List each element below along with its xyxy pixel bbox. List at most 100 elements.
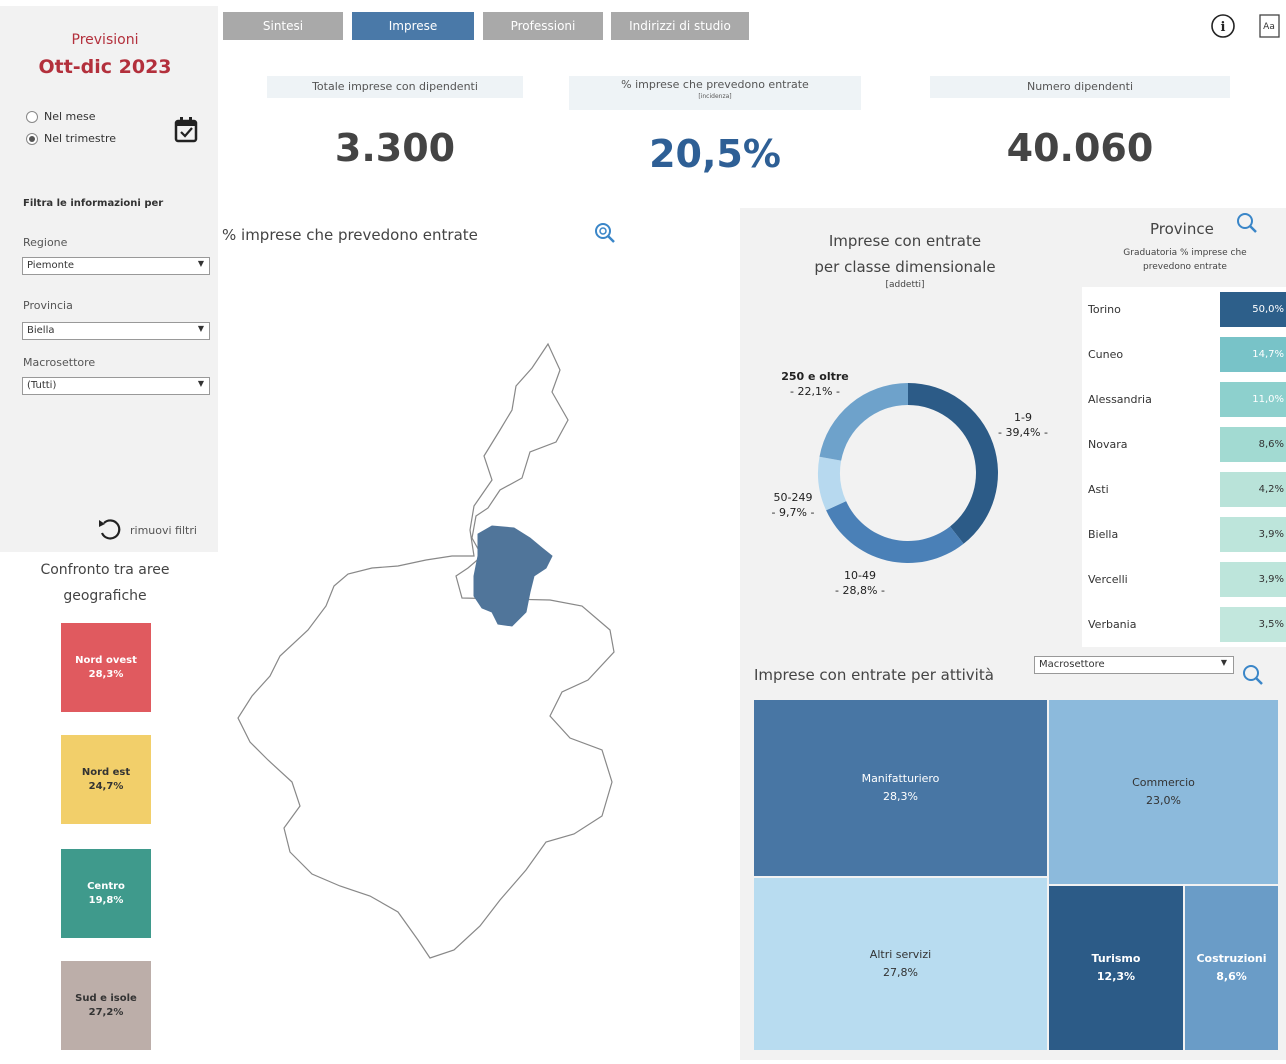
slice-name: 50-249 bbox=[773, 491, 813, 504]
confronto-title: Confronto tra aree geografiche bbox=[20, 557, 190, 609]
area-sud-isole[interactable]: Sud e isole 27,2% bbox=[61, 961, 151, 1050]
province-row-value[interactable]: 3,9% bbox=[1220, 562, 1286, 597]
text-size-icon[interactable]: Aa bbox=[1258, 14, 1282, 42]
donut-title: Imprese con entrate per classe dimension… bbox=[780, 228, 1030, 280]
tab-sintesi[interactable]: Sintesi bbox=[223, 12, 343, 40]
province-row-name[interactable]: Vercelli bbox=[1088, 573, 1128, 586]
area-value: 19,8% bbox=[88, 894, 124, 906]
piemonte-outline bbox=[237, 342, 615, 959]
donut-subtitle: [addetti] bbox=[885, 280, 925, 290]
radio-button[interactable] bbox=[26, 132, 38, 145]
area-name: Centro bbox=[87, 880, 125, 892]
tab-label: Sintesi bbox=[262, 19, 304, 33]
donut-title-line2: per classe dimensionale bbox=[814, 258, 996, 276]
chevron-down-icon: ▼ bbox=[197, 324, 204, 333]
provincia-select[interactable]: Biella ▼ bbox=[22, 322, 210, 340]
province-row-name[interactable]: Verbania bbox=[1088, 618, 1136, 631]
block-name: Manifatturiero bbox=[861, 772, 940, 785]
area-nord-ovest[interactable]: Nord ovest 28,3% bbox=[61, 623, 151, 712]
search-icon[interactable] bbox=[1242, 664, 1264, 690]
chevron-down-icon: ▼ bbox=[197, 259, 204, 268]
province-row-name[interactable]: Torino bbox=[1088, 303, 1121, 316]
province-row-value[interactable]: 50,0% bbox=[1220, 292, 1286, 327]
kpi-dipendenti-label: Numero dipendenti bbox=[930, 76, 1230, 98]
radio-label: Nel mese bbox=[44, 110, 96, 123]
province-row-value[interactable]: 11,0% bbox=[1220, 382, 1286, 417]
macrosettore-value: (Tutti) bbox=[27, 380, 57, 391]
regione-select[interactable]: Piemonte ▼ bbox=[22, 257, 210, 275]
macrosettore-label: Macrosettore bbox=[23, 356, 96, 369]
province-row-value[interactable]: 3,9% bbox=[1220, 517, 1286, 552]
block-value: 28,3% bbox=[883, 790, 918, 803]
slice-value: - 22,1% - bbox=[790, 385, 840, 398]
macrosettore-dropdown[interactable]: Macrosettore ▼ bbox=[1034, 656, 1234, 674]
map-title: % imprese che prevedono entrate bbox=[222, 226, 478, 244]
tab-label: Imprese bbox=[388, 19, 438, 33]
kpi-percent-value: 20,5% bbox=[649, 132, 781, 176]
regione-value: Piemonte bbox=[27, 260, 75, 271]
tab-imprese[interactable]: Imprese bbox=[352, 12, 474, 40]
treemap-manifatturiero[interactable]: Manifatturiero 28,3% bbox=[754, 700, 1047, 876]
block-name: Costruzioni bbox=[1196, 952, 1267, 965]
province-row-name[interactable]: Cuneo bbox=[1088, 348, 1123, 361]
province-row-value[interactable]: 3,5% bbox=[1220, 607, 1286, 642]
radio-nel-mese[interactable]: Nel mese bbox=[26, 110, 96, 123]
treemap-altri-servizi[interactable]: Altri servizi 27,8% bbox=[754, 878, 1047, 1050]
province-row-value[interactable]: 4,2% bbox=[1220, 472, 1286, 507]
province-row-value[interactable]: 14,7% bbox=[1220, 337, 1286, 372]
province-row-name[interactable]: Alessandria bbox=[1088, 393, 1152, 406]
regione-label: Regione bbox=[23, 236, 68, 249]
block-value: 8,6% bbox=[1216, 970, 1247, 983]
tab-professioni[interactable]: Professioni bbox=[483, 12, 603, 40]
info-icon[interactable]: i bbox=[1210, 12, 1236, 44]
area-value: 28,3% bbox=[88, 668, 124, 680]
radio-button[interactable] bbox=[26, 110, 38, 123]
donut-label-10-49: 10-49 - 28,8% - bbox=[828, 568, 892, 598]
piemonte-map bbox=[237, 342, 615, 959]
chevron-down-icon: ▼ bbox=[1220, 658, 1227, 667]
province-subtitle-line2: prevedono entrate bbox=[1143, 262, 1227, 272]
province-title: Province bbox=[1150, 220, 1214, 238]
province-subtitle: Graduatoria % imprese che prevedono entr… bbox=[1100, 246, 1270, 274]
reset-icon bbox=[96, 516, 124, 545]
kpi-totale-value: 3.300 bbox=[334, 126, 456, 170]
donut-label-250-oltre: 250 e oltre - 22,1% - bbox=[772, 369, 858, 399]
treemap-commercio[interactable]: Commercio 23,0% bbox=[1049, 700, 1278, 884]
provincia-value: Biella bbox=[27, 325, 55, 336]
calendar-check-icon[interactable] bbox=[174, 116, 200, 148]
confronto-title-line2: geografiche bbox=[63, 588, 147, 604]
kpi-dipendenti-value: 40.060 bbox=[1006, 126, 1154, 170]
macrosettore-select[interactable]: (Tutti) ▼ bbox=[22, 377, 210, 395]
area-name: Nord est bbox=[81, 766, 131, 778]
radio-label: Nel trimestre bbox=[44, 132, 117, 145]
donut-label-50-249: 50-249 - 9,7% - bbox=[762, 490, 824, 520]
area-centro[interactable]: Centro 19,8% bbox=[61, 849, 151, 938]
confronto-title-line1: Confronto tra aree bbox=[40, 562, 170, 578]
treemap-costruzioni[interactable]: Costruzioni 8,6% bbox=[1185, 886, 1278, 1050]
reset-filters-button[interactable]: rimuovi filtri bbox=[96, 516, 197, 545]
radio-nel-trimestre[interactable]: Nel trimestre bbox=[26, 132, 116, 145]
kpi-percent-label-text: % imprese che prevedono entrate bbox=[621, 78, 809, 91]
area-name: Sud e isole bbox=[75, 992, 137, 1004]
kpi-percent-sub: [incidenza] bbox=[698, 93, 732, 100]
province-row-value[interactable]: 8,6% bbox=[1220, 427, 1286, 462]
slice-value: - 28,8% - bbox=[835, 584, 885, 597]
macrosettore-dropdown-value: Macrosettore bbox=[1039, 659, 1105, 670]
kpi-totale-label: Totale imprese con dipendenti bbox=[267, 76, 523, 98]
area-nord-est[interactable]: Nord est 24,7% bbox=[61, 735, 151, 824]
tab-indirizzi-di-studio[interactable]: Indirizzi di studio bbox=[611, 12, 749, 40]
province-row-name[interactable]: Asti bbox=[1088, 483, 1109, 496]
donut-slice-0[interactable] bbox=[908, 383, 998, 544]
zoom-icon[interactable] bbox=[594, 222, 616, 248]
province-row-name[interactable]: Biella bbox=[1088, 528, 1118, 541]
search-icon[interactable] bbox=[1236, 212, 1258, 238]
tab-label: Indirizzi di studio bbox=[629, 19, 731, 33]
donut-chart bbox=[818, 383, 998, 563]
province-row-name[interactable]: Novara bbox=[1088, 438, 1127, 451]
donut-slice-1[interactable] bbox=[826, 501, 964, 563]
treemap-turismo[interactable]: Turismo 12,3% bbox=[1049, 886, 1183, 1050]
block-value: 23,0% bbox=[1146, 794, 1181, 807]
slice-value: - 39,4% - bbox=[998, 426, 1048, 439]
area-name: Nord ovest bbox=[75, 654, 137, 666]
header-title: Previsioni bbox=[71, 32, 139, 48]
